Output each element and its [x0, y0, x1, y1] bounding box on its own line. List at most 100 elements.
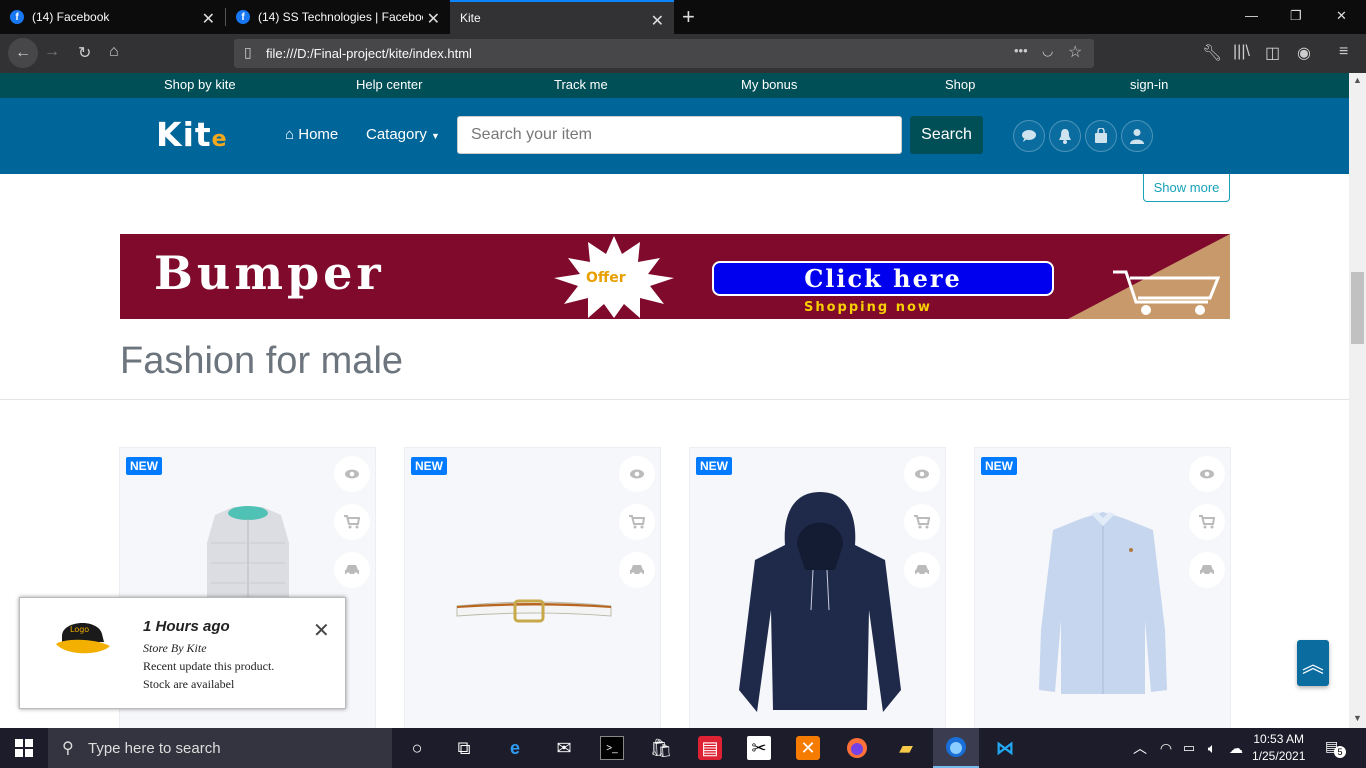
search-button[interactable]: Search: [910, 116, 983, 154]
xampp-icon[interactable]: ✕: [796, 736, 820, 760]
link-my-bonus[interactable]: My bonus: [741, 77, 797, 92]
chat-icon[interactable]: [1013, 120, 1045, 152]
product-image-vest: [207, 506, 289, 598]
cap-image: Logo: [56, 622, 110, 654]
tab-facebook[interactable]: f (14) Facebook ✕: [0, 0, 225, 34]
reload-icon[interactable]: ↻: [78, 43, 91, 63]
logo-text: Kit: [156, 115, 212, 154]
banner-click-here[interactable]: Click here: [712, 261, 1054, 296]
minimize-icon[interactable]: —: [1245, 8, 1258, 23]
eye-icon[interactable]: [904, 456, 940, 492]
top-strip: Shop by kite Help center Track me My bon…: [0, 73, 1349, 98]
product-card[interactable]: NEW: [974, 447, 1231, 747]
facebook-icon: f: [236, 10, 250, 24]
close-tab-icon[interactable]: ✕: [202, 9, 215, 29]
scroll-up-icon[interactable]: ▲: [1353, 75, 1362, 85]
chevron-up-icon[interactable]: ︿: [1128, 736, 1152, 760]
pocket-icon[interactable]: ◡: [1042, 43, 1053, 59]
car-icon[interactable]: [1189, 552, 1225, 588]
nav-category-dropdown[interactable]: Catagory ▼: [366, 126, 440, 143]
search-input[interactable]: [457, 116, 902, 154]
link-track-me[interactable]: Track me: [554, 77, 608, 92]
snipping-tool-icon[interactable]: ✂: [747, 736, 771, 760]
eye-icon[interactable]: [1189, 456, 1225, 492]
tab-ss-technologies[interactable]: f (14) SS Technologies | Faceboo ✕: [226, 0, 450, 34]
home-icon: ⌂: [285, 126, 295, 143]
nav-home[interactable]: ⌂ Home: [285, 126, 338, 143]
taskbar-clock[interactable]: 10:53 AM 1/25/2021: [1252, 731, 1305, 765]
eye-icon[interactable]: [334, 456, 370, 492]
scroll-down-icon[interactable]: ▼: [1353, 713, 1362, 723]
file-explorer-icon[interactable]: ▰: [894, 736, 918, 760]
edge-icon[interactable]: e: [503, 736, 527, 760]
double-chevron-up-icon: ︽: [1301, 652, 1324, 677]
back-icon[interactable]: ←: [8, 38, 38, 68]
cart-icon[interactable]: [334, 504, 370, 540]
url-bar[interactable]: ▯ file:///D:/Final-project/kite/index.ht…: [234, 39, 1094, 68]
car-icon[interactable]: [334, 552, 370, 588]
product-card[interactable]: NEW: [689, 447, 946, 747]
firefox-icon[interactable]: [845, 736, 869, 760]
terminal-icon[interactable]: >_: [600, 736, 624, 760]
close-icon[interactable]: ✕: [313, 618, 330, 643]
new-tab-button[interactable]: +: [682, 4, 695, 30]
library-icon[interactable]: |||\: [1233, 43, 1250, 61]
bookmark-star-icon[interactable]: ☆: [1068, 42, 1082, 62]
volume-icon[interactable]: 🔈︎: [1200, 736, 1224, 760]
kite-logo[interactable]: Kite: [156, 115, 228, 154]
account-icon[interactable]: ◉: [1297, 43, 1311, 63]
app-icon[interactable]: ▤: [698, 736, 722, 760]
restore-icon[interactable]: ❐: [1290, 8, 1302, 24]
cart-icon[interactable]: [619, 504, 655, 540]
product-card[interactable]: NEW: [404, 447, 661, 747]
cloud-icon[interactable]: ☁: [1224, 736, 1248, 760]
windows-taskbar: ⚲ Type here to search ○ ⧉ e ✉ >_ 🛍︎ ▤ ✂ …: [0, 728, 1366, 768]
taskbar-search-box[interactable]: ⚲ Type here to search: [48, 728, 392, 768]
forward-icon[interactable]: →: [44, 43, 60, 61]
close-tab-icon[interactable]: ✕: [651, 11, 664, 31]
cart-icon[interactable]: [904, 504, 940, 540]
close-window-icon[interactable]: ✕: [1336, 8, 1347, 24]
link-shop-by-kite[interactable]: Shop by kite: [164, 77, 236, 92]
firefox-dev-active[interactable]: [933, 728, 979, 768]
link-sign-in[interactable]: sign-in: [1130, 77, 1168, 92]
user-icon[interactable]: [1121, 120, 1153, 152]
logo-e: e: [211, 127, 228, 152]
vscode-icon[interactable]: ⋈: [993, 736, 1017, 760]
notification-count: 5: [1334, 746, 1346, 758]
link-shop[interactable]: Shop: [945, 77, 975, 92]
mail-icon[interactable]: ✉: [552, 736, 576, 760]
store-icon[interactable]: 🛍︎: [649, 736, 673, 760]
menu-icon[interactable]: ≡: [1339, 43, 1348, 61]
banner-offer-text: Offer: [586, 270, 626, 286]
home-icon[interactable]: ⌂: [109, 43, 119, 61]
divider: [0, 399, 1349, 400]
tab-kite[interactable]: Kite ✕: [450, 0, 674, 34]
windows-start-icon[interactable]: [12, 736, 36, 760]
scrollbar-thumb[interactable]: [1351, 272, 1364, 344]
link-help-center[interactable]: Help center: [356, 77, 422, 92]
close-tab-icon[interactable]: ✕: [427, 9, 440, 29]
shopping-bag-icon[interactable]: [1085, 120, 1117, 152]
page-scrollbar[interactable]: ▲ ▼: [1349, 73, 1366, 728]
more-icon[interactable]: •••: [1014, 43, 1028, 58]
car-icon[interactable]: [904, 552, 940, 588]
task-view-icon[interactable]: ⧉: [452, 736, 476, 760]
show-more-button[interactable]: Show more: [1143, 174, 1230, 202]
eye-icon[interactable]: [619, 456, 655, 492]
cortana-icon[interactable]: ○: [405, 736, 429, 760]
car-icon[interactable]: [619, 552, 655, 588]
bell-icon[interactable]: [1049, 120, 1081, 152]
action-center-icon[interactable]: ▤ 5: [1325, 738, 1346, 758]
sidebar-icon[interactable]: ◫: [1265, 43, 1280, 63]
cart-icon[interactable]: [1189, 504, 1225, 540]
tab-label: (14) SS Technologies | Faceboo: [258, 10, 423, 24]
clock-time: 10:53 AM: [1253, 732, 1305, 746]
wifi-icon[interactable]: ◠: [1154, 736, 1178, 760]
battery-icon[interactable]: ▭: [1177, 736, 1201, 760]
search-icon: ⚲: [62, 740, 74, 757]
product-update-notification: Logo 1 Hours ago Store By Kite Recent up…: [19, 597, 346, 709]
back-to-top-button[interactable]: ︽: [1297, 640, 1329, 686]
wrench-icon[interactable]: 🔧︎: [1202, 43, 1222, 63]
bumper-offer-banner[interactable]: Bumper Offer Click here Shopping now: [120, 234, 1230, 319]
